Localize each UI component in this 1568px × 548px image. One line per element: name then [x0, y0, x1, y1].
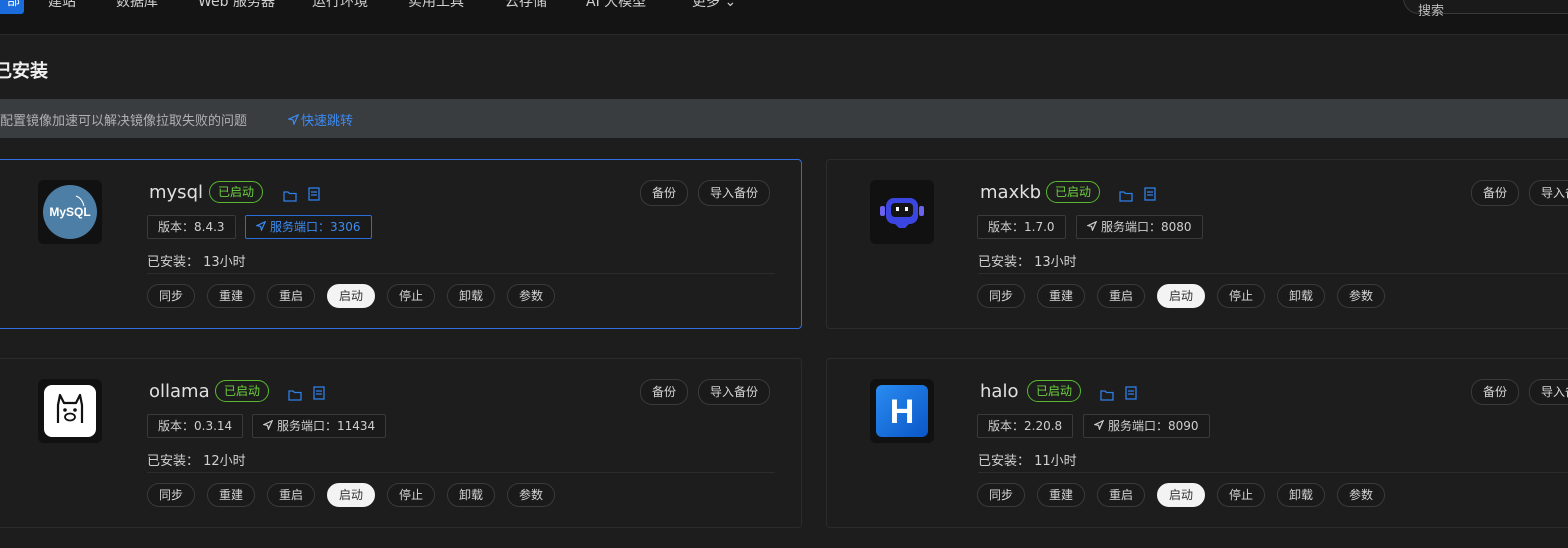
send-icon	[1092, 419, 1105, 432]
send-icon	[254, 220, 267, 233]
status-badge: 已启动	[215, 380, 270, 402]
top-nav: 部 建站 数据库 Web 服务器 运行环境 实用工具 云存储 AI 大模型 更多…	[0, 0, 1568, 35]
quick-jump-link[interactable]: 快速跳转	[287, 110, 353, 129]
params-button[interactable]: 参数	[1337, 284, 1385, 308]
divider	[147, 273, 775, 274]
sync-button[interactable]: 同步	[977, 284, 1025, 308]
folder-icon[interactable]	[1119, 187, 1133, 202]
import-backup-button[interactable]: 导入备份	[698, 180, 770, 206]
version-tag: 版本：0.3.14	[147, 414, 244, 438]
version-tag: 版本：1.7.0	[977, 215, 1066, 239]
installed-time: 已安装： 12小时	[147, 454, 246, 469]
document-icon[interactable]	[1125, 385, 1139, 400]
restart-button[interactable]: 重启	[267, 483, 315, 507]
rebuild-button[interactable]: 重建	[1037, 483, 1085, 507]
nav-item-site[interactable]: 建站	[48, 0, 76, 11]
rebuild-button[interactable]: 重建	[1037, 284, 1085, 308]
sync-button[interactable]: 同步	[977, 483, 1025, 507]
restart-button[interactable]: 重启	[267, 284, 315, 308]
restart-button[interactable]: 重启	[1097, 483, 1145, 507]
app-card-halo[interactable]: H halo 已启动 备份 导入备份 版本：2.20.8 服务端口：8090 已…	[826, 358, 1568, 528]
send-icon	[1085, 220, 1098, 233]
divider	[147, 472, 775, 473]
send-icon	[261, 419, 274, 432]
search-input[interactable]: 搜索	[1403, 0, 1568, 19]
nav-item-active[interactable]: 部	[0, 0, 24, 14]
divider	[978, 273, 1568, 274]
folder-icon[interactable]	[288, 386, 302, 401]
stop-button[interactable]: 停止	[387, 284, 435, 308]
rebuild-button[interactable]: 重建	[207, 284, 255, 308]
status-badge: 已启动	[209, 181, 264, 203]
document-icon[interactable]	[1144, 186, 1158, 201]
mirror-notice: 配置镜像加速可以解决镜像拉取失败的问题 快速跳转	[0, 99, 1568, 138]
stop-button[interactable]: 停止	[1217, 483, 1265, 507]
nav-item-database[interactable]: 数据库	[116, 0, 158, 11]
port-tag[interactable]: 服务端口：8090	[1083, 414, 1210, 438]
app-name[interactable]: ollama	[149, 381, 210, 402]
uninstall-button[interactable]: 卸载	[1277, 284, 1325, 308]
status-badge: 已启动	[1027, 380, 1082, 402]
folder-icon[interactable]	[283, 187, 297, 202]
backup-button[interactable]: 备份	[1471, 180, 1519, 206]
uninstall-button[interactable]: 卸载	[447, 284, 495, 308]
installed-time: 已安装： 13小时	[978, 255, 1077, 270]
uninstall-button[interactable]: 卸载	[1277, 483, 1325, 507]
import-backup-button[interactable]: 导入备份	[1529, 379, 1568, 405]
page-title: 已安装	[0, 61, 48, 82]
document-icon[interactable]	[313, 385, 327, 400]
mysql-logo-icon: MySQL	[38, 180, 102, 244]
start-button[interactable]: 启动	[327, 483, 375, 507]
notice-text: 配置镜像加速可以解决镜像拉取失败的问题	[0, 114, 248, 129]
nav-item-web-server[interactable]: Web 服务器	[198, 0, 275, 11]
port-tag[interactable]: 服务端口：11434	[252, 414, 387, 438]
halo-h-icon: H	[870, 379, 934, 443]
nav-item-ai-models[interactable]: AI 大模型	[586, 0, 646, 11]
port-tag[interactable]: 服务端口：8080	[1076, 215, 1203, 239]
search-placeholder: 搜索	[1418, 4, 1445, 19]
robot-icon	[870, 180, 934, 244]
sync-button[interactable]: 同步	[147, 483, 195, 507]
app-card-ollama[interactable]: ollama 已启动 备份 导入备份 版本：0.3.14 服务端口：11434 …	[0, 358, 802, 528]
app-card-maxkb[interactable]: maxkb 已启动 备份 导入备份 版本：1.7.0 服务端口：8080 已安装…	[826, 159, 1568, 329]
status-badge: 已启动	[1046, 181, 1101, 203]
version-tag: 版本：8.4.3	[147, 215, 236, 239]
nav-item-storage[interactable]: 云存储	[505, 0, 547, 11]
params-button[interactable]: 参数	[1337, 483, 1385, 507]
params-button[interactable]: 参数	[507, 483, 555, 507]
app-name[interactable]: mysql	[149, 182, 203, 203]
app-card-mysql[interactable]: MySQL mysql 已启动 备份 导入备份 版本：8.4.3 服务端口：33…	[0, 159, 802, 329]
stop-button[interactable]: 停止	[387, 483, 435, 507]
sync-button[interactable]: 同步	[147, 284, 195, 308]
installed-time: 已安装： 11小时	[978, 454, 1077, 469]
backup-button[interactable]: 备份	[1471, 379, 1519, 405]
import-backup-button[interactable]: 导入备份	[698, 379, 770, 405]
rebuild-button[interactable]: 重建	[207, 483, 255, 507]
divider	[978, 472, 1568, 473]
params-button[interactable]: 参数	[507, 284, 555, 308]
backup-button[interactable]: 备份	[640, 379, 688, 405]
nav-item-runtime[interactable]: 运行环境	[312, 0, 368, 11]
svg-text:MySQL: MySQL	[49, 205, 90, 219]
app-name[interactable]: halo	[980, 381, 1018, 402]
nav-item-tools[interactable]: 实用工具	[408, 0, 464, 11]
uninstall-button[interactable]: 卸载	[447, 483, 495, 507]
import-backup-button[interactable]: 导入备份	[1529, 180, 1568, 206]
version-tag: 版本：2.20.8	[977, 414, 1074, 438]
llama-icon	[38, 379, 102, 443]
nav-item-more[interactable]: 更多 ⌄	[692, 0, 736, 11]
backup-button[interactable]: 备份	[640, 180, 688, 206]
send-icon	[287, 113, 300, 129]
start-button[interactable]: 启动	[1157, 284, 1205, 308]
document-icon[interactable]	[308, 186, 322, 201]
stop-button[interactable]: 停止	[1217, 284, 1265, 308]
start-button[interactable]: 启动	[327, 284, 375, 308]
port-tag[interactable]: 服务端口：3306	[245, 215, 372, 239]
folder-icon[interactable]	[1100, 386, 1114, 401]
installed-time: 已安装： 13小时	[147, 255, 246, 270]
restart-button[interactable]: 重启	[1097, 284, 1145, 308]
start-button[interactable]: 启动	[1157, 483, 1205, 507]
app-name[interactable]: maxkb	[980, 182, 1041, 203]
svg-text:H: H	[890, 393, 915, 431]
